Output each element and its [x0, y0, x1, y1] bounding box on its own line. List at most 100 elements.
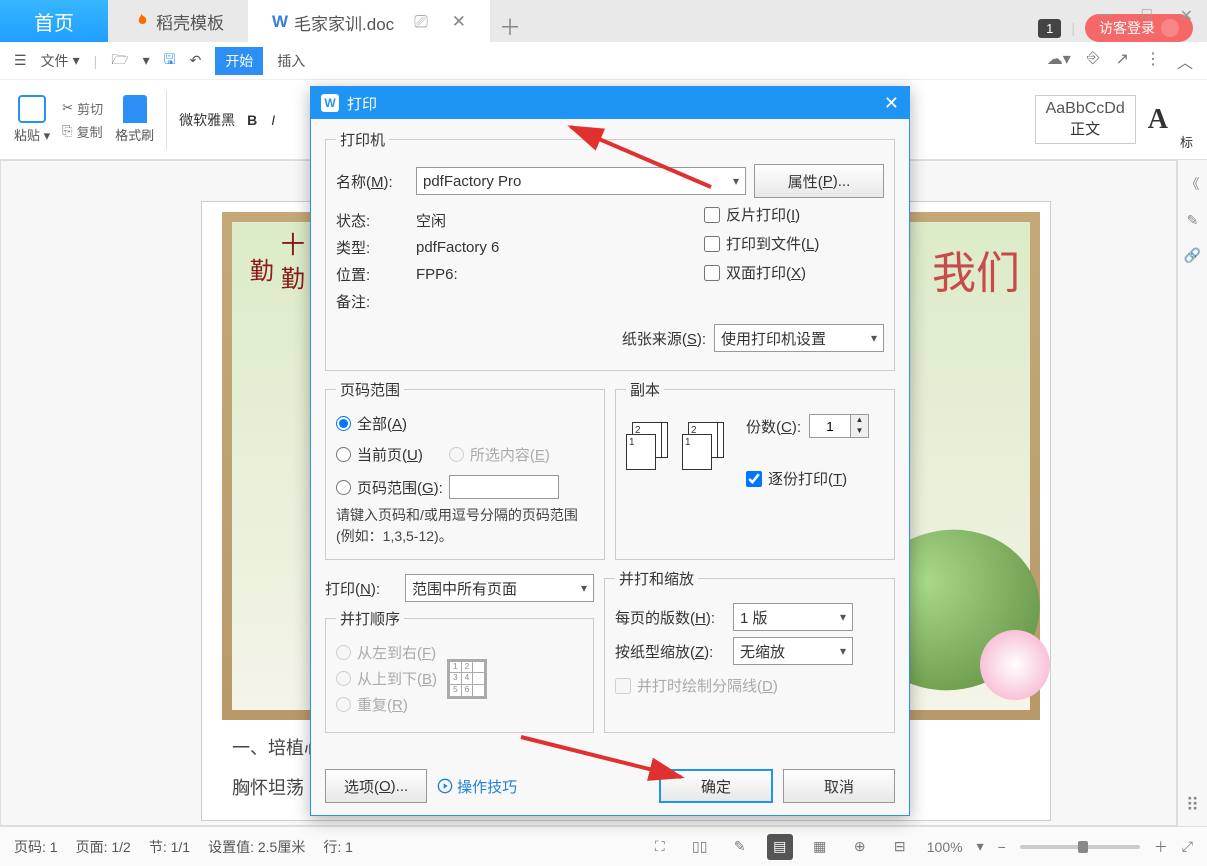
pages-per-sheet-select[interactable]: 1 版 — [733, 603, 853, 631]
body-line-1: 一、培植心 — [232, 734, 322, 760]
printer-type-value: pdfFactory 6 — [416, 239, 499, 256]
print-to-file-checkbox[interactable] — [704, 236, 720, 252]
page-layout-icon[interactable]: ▤ — [767, 834, 793, 860]
copies-legend: 副本 — [626, 379, 664, 400]
new-tab-button[interactable]: ＋ — [490, 10, 530, 42]
tab-close-icon[interactable]: ✕ — [452, 12, 466, 32]
fit-icon[interactable]: ⤢ — [1182, 838, 1193, 855]
tab-home[interactable]: 首页 — [0, 0, 108, 42]
zoom-out-icon[interactable]: − — [998, 839, 1006, 855]
file-menu[interactable]: 文件▾ — [41, 51, 80, 71]
read-layout-icon[interactable]: ▯▯ — [687, 834, 713, 860]
win-min[interactable]: — — [1098, 6, 1114, 26]
range-legend: 页码范围 — [336, 379, 404, 400]
printer-status-label: 状态: — [336, 210, 408, 231]
range-selection-radio — [449, 447, 464, 462]
more-icon[interactable]: ⋮ — [1145, 49, 1161, 73]
undo-icon[interactable]: ↶ — [190, 52, 202, 69]
side-toggle-icon[interactable]: 《 — [1186, 174, 1200, 194]
open-dropdown-icon[interactable]: ▾ — [143, 52, 150, 69]
printwhat-label: 打印(N): — [325, 578, 397, 599]
tips-link[interactable]: 操作技巧 — [437, 776, 517, 797]
copy-button[interactable]: ⎘ 复制 — [62, 122, 103, 141]
printer-name-label: 名称(M): — [336, 171, 408, 192]
fullscreen-icon[interactable]: ⛶ — [647, 834, 673, 860]
collate-preview-icon: 321 321 — [626, 422, 728, 468]
order-ttb-label: 从上到下(B) — [357, 668, 437, 689]
brush-icon — [123, 95, 147, 123]
duplex-checkbox[interactable] — [704, 265, 720, 281]
globe-icon[interactable]: ⊕ — [847, 834, 873, 860]
ok-button[interactable]: 确定 — [659, 769, 773, 803]
order-repeat-label: 重复(R) — [357, 694, 408, 715]
share-person-icon[interactable]: ⎆ — [1087, 49, 1100, 73]
format-painter-button[interactable]: 格式刷 — [115, 95, 154, 144]
range-current-radio[interactable] — [336, 447, 351, 462]
printer-legend: 打印机 — [336, 129, 389, 150]
side-panel: 《 ✎ 🔗 ⠿ — [1177, 160, 1207, 826]
reverse-print-checkbox[interactable] — [704, 207, 720, 223]
tab-document-label: 毛家家训.doc — [294, 10, 394, 35]
range-pages-radio[interactable] — [336, 480, 351, 495]
style-normal[interactable]: AaBbCcDd 正文 — [1035, 95, 1136, 144]
win-close[interactable]: ✕ — [1180, 6, 1193, 26]
menu-insert[interactable]: 插入 — [277, 51, 305, 71]
reverse-print-label: 反片打印(I) — [726, 204, 800, 225]
paste-button[interactable]: 粘贴 ▾ — [14, 95, 50, 144]
tab-template[interactable]: 稻壳模板 — [108, 0, 248, 42]
printer-properties-button[interactable]: 属性(P)... — [754, 164, 884, 198]
copies-spinner[interactable]: ▲▼ — [809, 414, 869, 438]
collapse-ribbon-icon[interactable]: ︿ — [1177, 49, 1193, 73]
cancel-button[interactable]: 取消 — [783, 769, 895, 803]
order-ttb-radio — [336, 671, 351, 686]
hamburger-icon[interactable]: ☰ — [14, 52, 27, 69]
copies-input[interactable] — [810, 415, 850, 437]
italic-button[interactable]: I — [271, 112, 275, 128]
printwhat-select[interactable]: 范围中所有页面 — [405, 574, 594, 602]
order-legend: 并打顺序 — [336, 608, 404, 629]
open-icon[interactable]: 🗁 — [111, 49, 128, 73]
scale-to-paper-select[interactable]: 无缩放 — [733, 637, 853, 665]
print-to-file-label: 打印到文件(L) — [726, 233, 819, 254]
zoom-in-icon[interactable]: ＋ — [1154, 837, 1168, 857]
collab-icon[interactable]: 🔗 — [1184, 247, 1201, 264]
options-button[interactable]: 选项(O)... — [325, 769, 427, 803]
notification-badge[interactable]: 1 — [1038, 19, 1061, 38]
menu-bar: ☰ 文件▾ | 🗁 ▾ 🖫 ↶ 开始 插入 ☁▾ ⎆ ↗ ⋮ ︿ — [0, 42, 1207, 80]
win-max[interactable]: □ — [1142, 6, 1152, 26]
web-layout-icon[interactable]: ▦ — [807, 834, 833, 860]
dialog-close-icon[interactable]: ✕ — [884, 93, 899, 114]
outline-icon[interactable]: ✎ — [727, 834, 753, 860]
zoom-slider[interactable] — [1020, 845, 1140, 849]
apps-icon[interactable]: ⠿ — [1186, 795, 1199, 816]
printer-loc-value: FPP6: — [416, 266, 458, 283]
font-name[interactable]: 微软雅黑 — [179, 110, 235, 130]
tab-template-label: 稻壳模板 — [156, 9, 224, 34]
zoom-value[interactable]: 100% — [927, 839, 963, 855]
bold-button[interactable]: B — [247, 112, 257, 128]
range-all-label: 全部(A) — [357, 413, 407, 434]
collate-label: 逐份打印(T) — [768, 468, 847, 489]
order-ltr-label: 从左到右(F) — [357, 642, 436, 663]
presentation-icon[interactable]: ⎚ — [414, 12, 428, 32]
tab-bar: 首页 稻壳模板 W 毛家家训.doc ⎚ ✕ ＋ 1 | 访客登录 — [0, 0, 1207, 42]
range-pages-label: 页码范围(G): — [357, 477, 443, 498]
body-line-2: 胸怀坦荡 — [232, 774, 304, 800]
save-icon[interactable]: 🖫 — [164, 49, 176, 73]
range-pages-input[interactable] — [449, 475, 559, 499]
cloud-icon[interactable]: ☁▾ — [1047, 49, 1071, 73]
draw-separator-checkbox — [615, 678, 631, 694]
printer-name-select[interactable]: pdfFactory Pro — [416, 167, 746, 195]
menu-start[interactable]: 开始 — [215, 47, 263, 75]
cut-button[interactable]: ✂ 剪切 — [62, 99, 103, 118]
paper-source-select[interactable]: 使用打印机设置 — [714, 324, 884, 352]
collate-checkbox[interactable] — [746, 471, 762, 487]
font-color-button[interactable]: A — [1148, 104, 1168, 136]
range-all-radio[interactable] — [336, 416, 351, 431]
clipboard-icon — [18, 95, 46, 123]
edit-icon[interactable]: ✎ — [1187, 212, 1199, 229]
tab-document[interactable]: W 毛家家训.doc ⎚ ✕ — [248, 0, 490, 42]
share-icon[interactable]: ↗ — [1116, 49, 1129, 73]
copies-label: 份数(C): — [746, 416, 801, 437]
draft-icon[interactable]: ⊟ — [887, 834, 913, 860]
